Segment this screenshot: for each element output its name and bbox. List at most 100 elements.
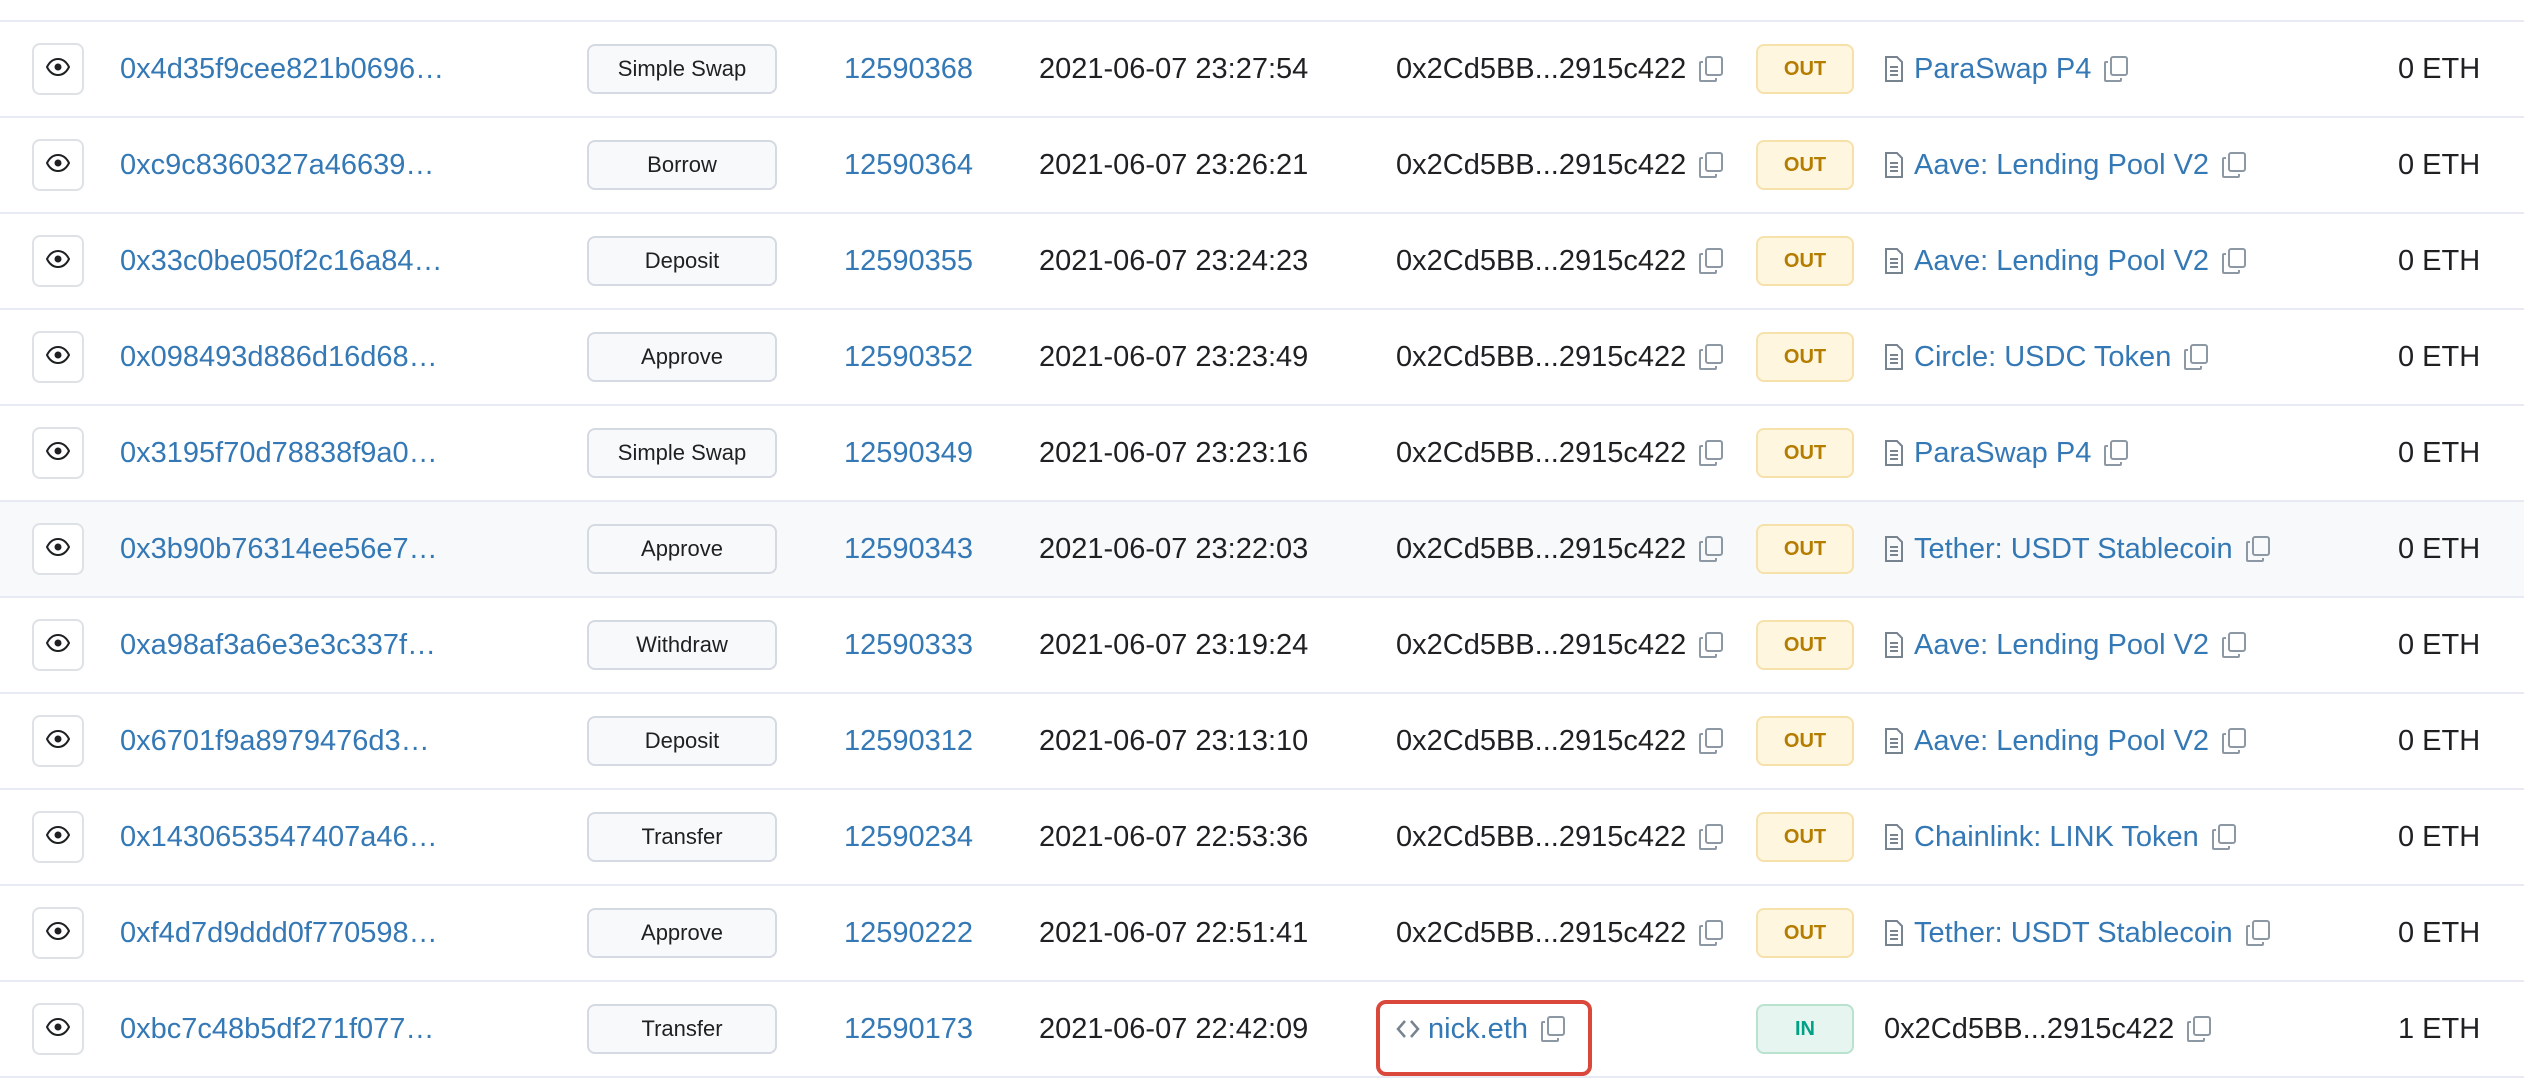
txn-hash-link[interactable]: 0xc9c8360327a46639… (120, 149, 434, 182)
direction-cell: OUT (1756, 790, 1854, 884)
txn-hash-cell: 0xa98af3a6e3e3c337f… (120, 598, 436, 692)
direction-cell: OUT (1756, 694, 1854, 788)
to-address-link[interactable]: Aave: Lending Pool V2 (1914, 629, 2209, 662)
value-cell: 0 ETH (2398, 310, 2480, 404)
to-address-link[interactable]: ParaSwap P4 (1914, 53, 2091, 86)
document-icon (1884, 824, 1904, 850)
block-link[interactable]: 12590234 (844, 821, 973, 854)
view-details-button[interactable] (32, 619, 84, 671)
block-link[interactable]: 12590355 (844, 245, 973, 278)
copy-icon[interactable] (2186, 1015, 2212, 1043)
copy-icon[interactable] (1698, 55, 1724, 83)
age-cell: 2021-06-07 23:22:03 (1039, 502, 1308, 596)
to-address-link[interactable]: Aave: Lending Pool V2 (1914, 245, 2209, 278)
txn-hash-cell: 0xc9c8360327a46639… (120, 118, 434, 212)
from-address: 0x2Cd5BB...2915c422 (1396, 244, 1687, 277)
block-link[interactable]: 12590173 (844, 1013, 973, 1046)
view-details-button[interactable] (32, 523, 84, 575)
method-cell: Transfer (587, 982, 777, 1076)
copy-icon[interactable] (2183, 343, 2209, 371)
to-address-link[interactable]: Chainlink: LINK Token (1914, 821, 2199, 854)
copy-icon[interactable] (2221, 151, 2247, 179)
copy-icon[interactable] (1698, 919, 1724, 947)
table-row: 0x1430653547407a46… Transfer 12590234 2021-… (0, 790, 2524, 886)
txn-value: 0 ETH (2398, 244, 2481, 277)
eye-icon (45, 249, 71, 273)
txn-hash-cell: 0x4d35f9cee821b0696… (120, 22, 444, 116)
age-cell: 2021-06-07 22:42:09 (1039, 982, 1308, 1076)
copy-icon[interactable] (2103, 439, 2129, 467)
method-badge: Approve (587, 524, 777, 574)
to-address-link[interactable]: Tether: USDT Stablecoin (1914, 917, 2233, 950)
view-details-button[interactable] (32, 331, 84, 383)
block-link[interactable]: 12590343 (844, 533, 973, 566)
block-link[interactable]: 12590364 (844, 149, 973, 182)
txn-hash-link[interactable]: 0x4d35f9cee821b0696… (120, 53, 444, 86)
to-address-link[interactable]: Aave: Lending Pool V2 (1914, 725, 2209, 758)
block-cell: 12590173 (844, 982, 973, 1076)
copy-icon[interactable] (2221, 727, 2247, 755)
view-cell (32, 886, 84, 980)
txn-hash-link[interactable]: 0xf4d7d9ddd0f770598… (120, 917, 438, 950)
view-details-button[interactable] (32, 811, 84, 863)
view-details-button[interactable] (32, 235, 84, 287)
to-cell: Aave: Lending Pool V2 (1884, 598, 2247, 692)
copy-icon[interactable] (2103, 55, 2129, 83)
txn-timestamp: 2021-06-07 22:53:36 (1039, 820, 1309, 853)
txn-value: 0 ETH (2398, 148, 2481, 181)
view-details-button[interactable] (32, 139, 84, 191)
method-badge: Approve (587, 908, 777, 958)
copy-icon[interactable] (1698, 631, 1724, 659)
view-details-button[interactable] (32, 427, 84, 479)
to-cell: Tether: USDT Stablecoin (1884, 886, 2271, 980)
to-address-link[interactable]: Aave: Lending Pool V2 (1914, 149, 2209, 182)
copy-icon[interactable] (1698, 439, 1724, 467)
txn-hash-link[interactable]: 0xbc7c48b5df271f077… (120, 1013, 434, 1046)
copy-icon[interactable] (1698, 151, 1724, 179)
from-address: 0x2Cd5BB...2915c422 (1396, 340, 1687, 373)
block-link[interactable]: 12590333 (844, 629, 973, 662)
copy-icon[interactable] (2211, 823, 2237, 851)
method-badge: Withdraw (587, 620, 777, 670)
block-link[interactable]: 12590368 (844, 53, 973, 86)
view-details-button[interactable] (32, 715, 84, 767)
from-cell: 0x2Cd5BB...2915c422 (1396, 214, 1724, 308)
to-cell: 0x2Cd5BB...2915c422 (1884, 982, 2212, 1076)
txn-timestamp: 2021-06-07 23:23:49 (1039, 340, 1309, 373)
eye-icon (45, 153, 71, 177)
eye-icon (45, 825, 71, 849)
to-address-link[interactable]: Circle: USDC Token (1914, 341, 2171, 374)
to-address-link[interactable]: Tether: USDT Stablecoin (1914, 533, 2233, 566)
copy-icon[interactable] (2245, 919, 2271, 947)
to-address-link[interactable]: ParaSwap P4 (1914, 437, 2091, 470)
block-link[interactable]: 12590349 (844, 437, 973, 470)
method-badge: Simple Swap (587, 44, 777, 94)
copy-icon[interactable] (1698, 823, 1724, 851)
direction-cell: OUT (1756, 886, 1854, 980)
txn-hash-link[interactable]: 0xa98af3a6e3e3c337f… (120, 629, 436, 662)
txn-hash-link[interactable]: 0x098493d886d16d68… (120, 341, 438, 374)
copy-icon[interactable] (2245, 535, 2271, 563)
view-details-button[interactable] (32, 907, 84, 959)
view-details-button[interactable] (32, 1003, 84, 1055)
copy-icon[interactable] (1698, 247, 1724, 275)
document-icon (1884, 440, 1904, 466)
txn-timestamp: 2021-06-07 22:51:41 (1039, 916, 1309, 949)
txn-hash-link[interactable]: 0x3b90b76314ee56e7… (120, 533, 438, 566)
txn-hash-link[interactable]: 0x6701f9a8979476d3… (120, 725, 430, 758)
copy-icon[interactable] (2221, 631, 2247, 659)
copy-icon[interactable] (1698, 727, 1724, 755)
from-cell: 0x2Cd5BB...2915c422 (1396, 502, 1724, 596)
txn-hash-link[interactable]: 0x1430653547407a46… (120, 821, 438, 854)
txn-hash-link[interactable]: 0x3195f70d78838f9a0… (120, 437, 438, 470)
copy-icon[interactable] (1698, 535, 1724, 563)
block-link[interactable]: 12590222 (844, 917, 973, 950)
value-cell: 0 ETH (2398, 886, 2480, 980)
block-link[interactable]: 12590352 (844, 341, 973, 374)
document-icon (1884, 56, 1904, 82)
block-link[interactable]: 12590312 (844, 725, 973, 758)
copy-icon[interactable] (2221, 247, 2247, 275)
txn-hash-link[interactable]: 0x33c0be050f2c16a84… (120, 245, 442, 278)
view-details-button[interactable] (32, 43, 84, 95)
copy-icon[interactable] (1698, 343, 1724, 371)
